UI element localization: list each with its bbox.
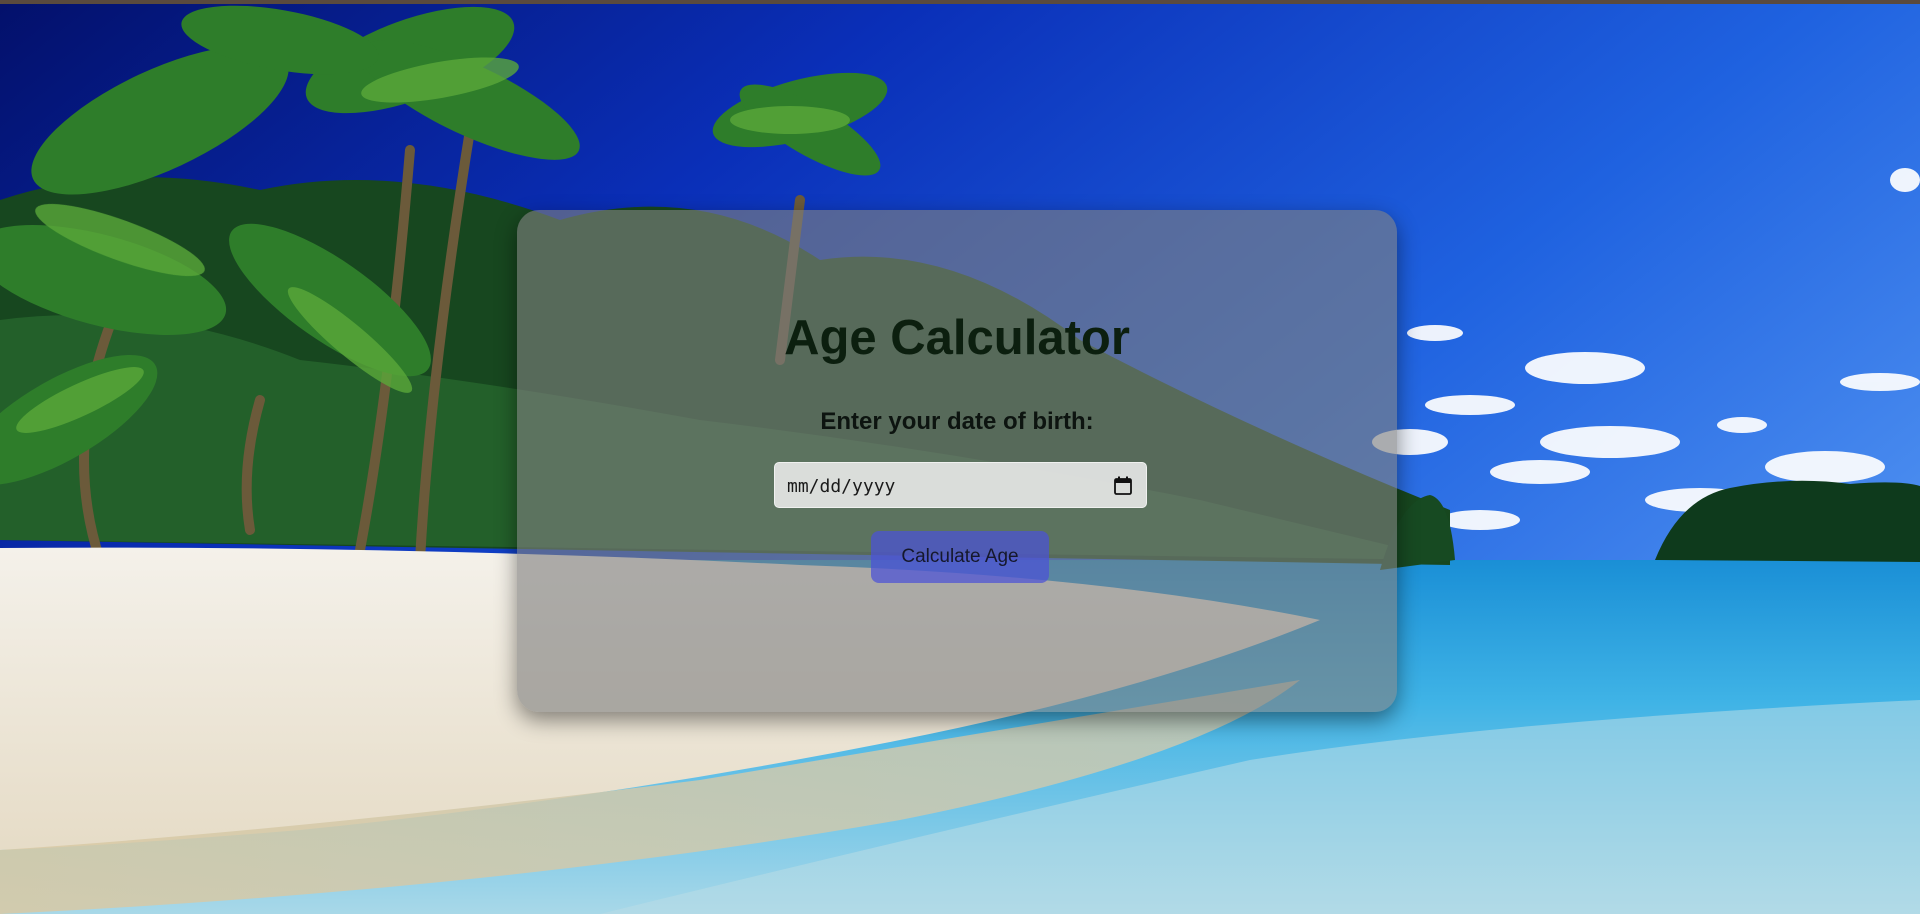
calendar-icon[interactable] xyxy=(1114,476,1132,495)
page-title: Age Calculator xyxy=(784,311,1130,365)
calculate-age-button[interactable]: Calculate Age xyxy=(871,531,1049,583)
date-of-birth-input[interactable]: mm/dd/yyyy xyxy=(774,462,1147,508)
age-calculator-card: Age Calculator Enter your date of birth:… xyxy=(517,210,1397,712)
date-input-placeholder: mm/dd/yyyy xyxy=(787,476,896,497)
window-top-border xyxy=(0,0,1920,4)
date-of-birth-label: Enter your date of birth: xyxy=(820,408,1094,435)
page: Age Calculator Enter your date of birth:… xyxy=(0,0,1920,914)
